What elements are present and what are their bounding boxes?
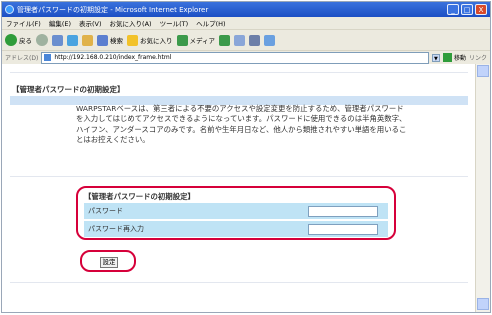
password-form: 【管理者パスワードの初期設定】 パスワード パスワード再入力 [76,186,396,240]
password-row: パスワード [84,203,388,219]
menu-view[interactable]: 表示(V) [79,18,102,28]
address-input[interactable]: http://192.168.0.210/index_frame.html [41,51,429,64]
go-arrow-icon [442,53,452,62]
refresh-icon[interactable] [67,34,78,46]
scroll-up-icon[interactable] [477,65,489,77]
form-title: 【管理者パスワードの初期設定】 [84,192,195,201]
minimize-button[interactable]: _ [447,4,459,15]
search-button[interactable]: 検索 [97,34,123,46]
internet-explorer-icon [5,5,14,14]
bottom-divider [10,282,468,283]
menu-bar: ファイル(F) 編集(E) 表示(V) お気に入り(A) ツール(T) ヘルプ(… [2,17,490,30]
go-label: 移動 [453,55,466,62]
mail-icon[interactable] [234,34,246,46]
page-icon [44,54,52,61]
submit-button[interactable]: 設定 [100,257,118,268]
back-arrow-icon [5,34,17,46]
password-label: パスワード [88,207,123,215]
maximize-button[interactable]: □ [461,4,473,15]
search-label: 検索 [110,37,123,45]
address-url: http://192.168.0.210/index_frame.html [54,54,172,61]
top-divider [10,72,468,73]
go-button[interactable]: 移動 [442,53,466,62]
password-confirm-field[interactable] [308,223,378,235]
media-button[interactable]: メディア [176,34,216,46]
print-icon[interactable] [249,34,261,46]
address-bar: アドレス(D) http://192.168.0.210/index_frame… [2,51,490,65]
window-controls: _ □ X [447,4,487,15]
favorites-button[interactable]: お気に入り [127,34,173,46]
media-label: メディア [189,37,216,45]
menu-edit[interactable]: 編集(E) [49,18,71,28]
section-divider [10,176,468,177]
back-label: 戻る [19,37,32,45]
form-table: パスワード パスワード再入力 [84,203,388,239]
search-icon [97,34,108,46]
toolbar: 戻る 検索 お気に入り メディア [2,30,490,51]
scroll-down-icon[interactable] [477,298,489,310]
vertical-scrollbar[interactable] [475,64,490,312]
page-content: 【管理者パスワードの初期設定】 WARPSTARベースは、第三者による不要のアク… [2,64,476,312]
page-description: WARPSTARベースは、第三者による不要のアクセスや設定変更を防止するため、管… [76,104,407,145]
menu-help[interactable]: ヘルプ(H) [196,18,225,28]
submit-button-highlight: 設定 [80,250,136,272]
browser-window: 管理者パスワードの初期設定 - Microsoft Internet Explo… [1,1,491,313]
home-icon[interactable] [82,34,93,46]
password-confirm-label: パスワード再入力 [88,225,144,233]
forward-arrow-icon [36,34,48,46]
history-icon[interactable] [219,34,231,46]
password-confirm-row: パスワード再入力 [84,221,388,237]
forward-button[interactable] [36,34,48,46]
page-heading: 【管理者パスワードの初期設定】 [12,85,125,94]
star-icon [127,34,138,46]
address-label: アドレス(D) [5,55,39,62]
address-dropdown-icon[interactable]: ▼ [431,53,440,62]
back-button[interactable]: 戻る [5,34,32,46]
menu-file[interactable]: ファイル(F) [6,18,41,28]
menu-tools[interactable]: ツール(T) [160,18,189,28]
favorites-label: お気に入り [140,37,173,45]
password-field[interactable] [308,205,378,217]
links-label[interactable]: リンク [469,53,487,62]
stop-icon[interactable] [52,34,63,46]
edit-icon[interactable] [264,34,276,46]
title-bar: 管理者パスワードの初期設定 - Microsoft Internet Explo… [2,2,490,17]
media-icon [176,34,188,46]
close-button[interactable]: X [475,4,487,15]
window-title: 管理者パスワードの初期設定 - Microsoft Internet Explo… [17,5,209,14]
menu-favorites[interactable]: お気に入り(A) [110,18,152,28]
